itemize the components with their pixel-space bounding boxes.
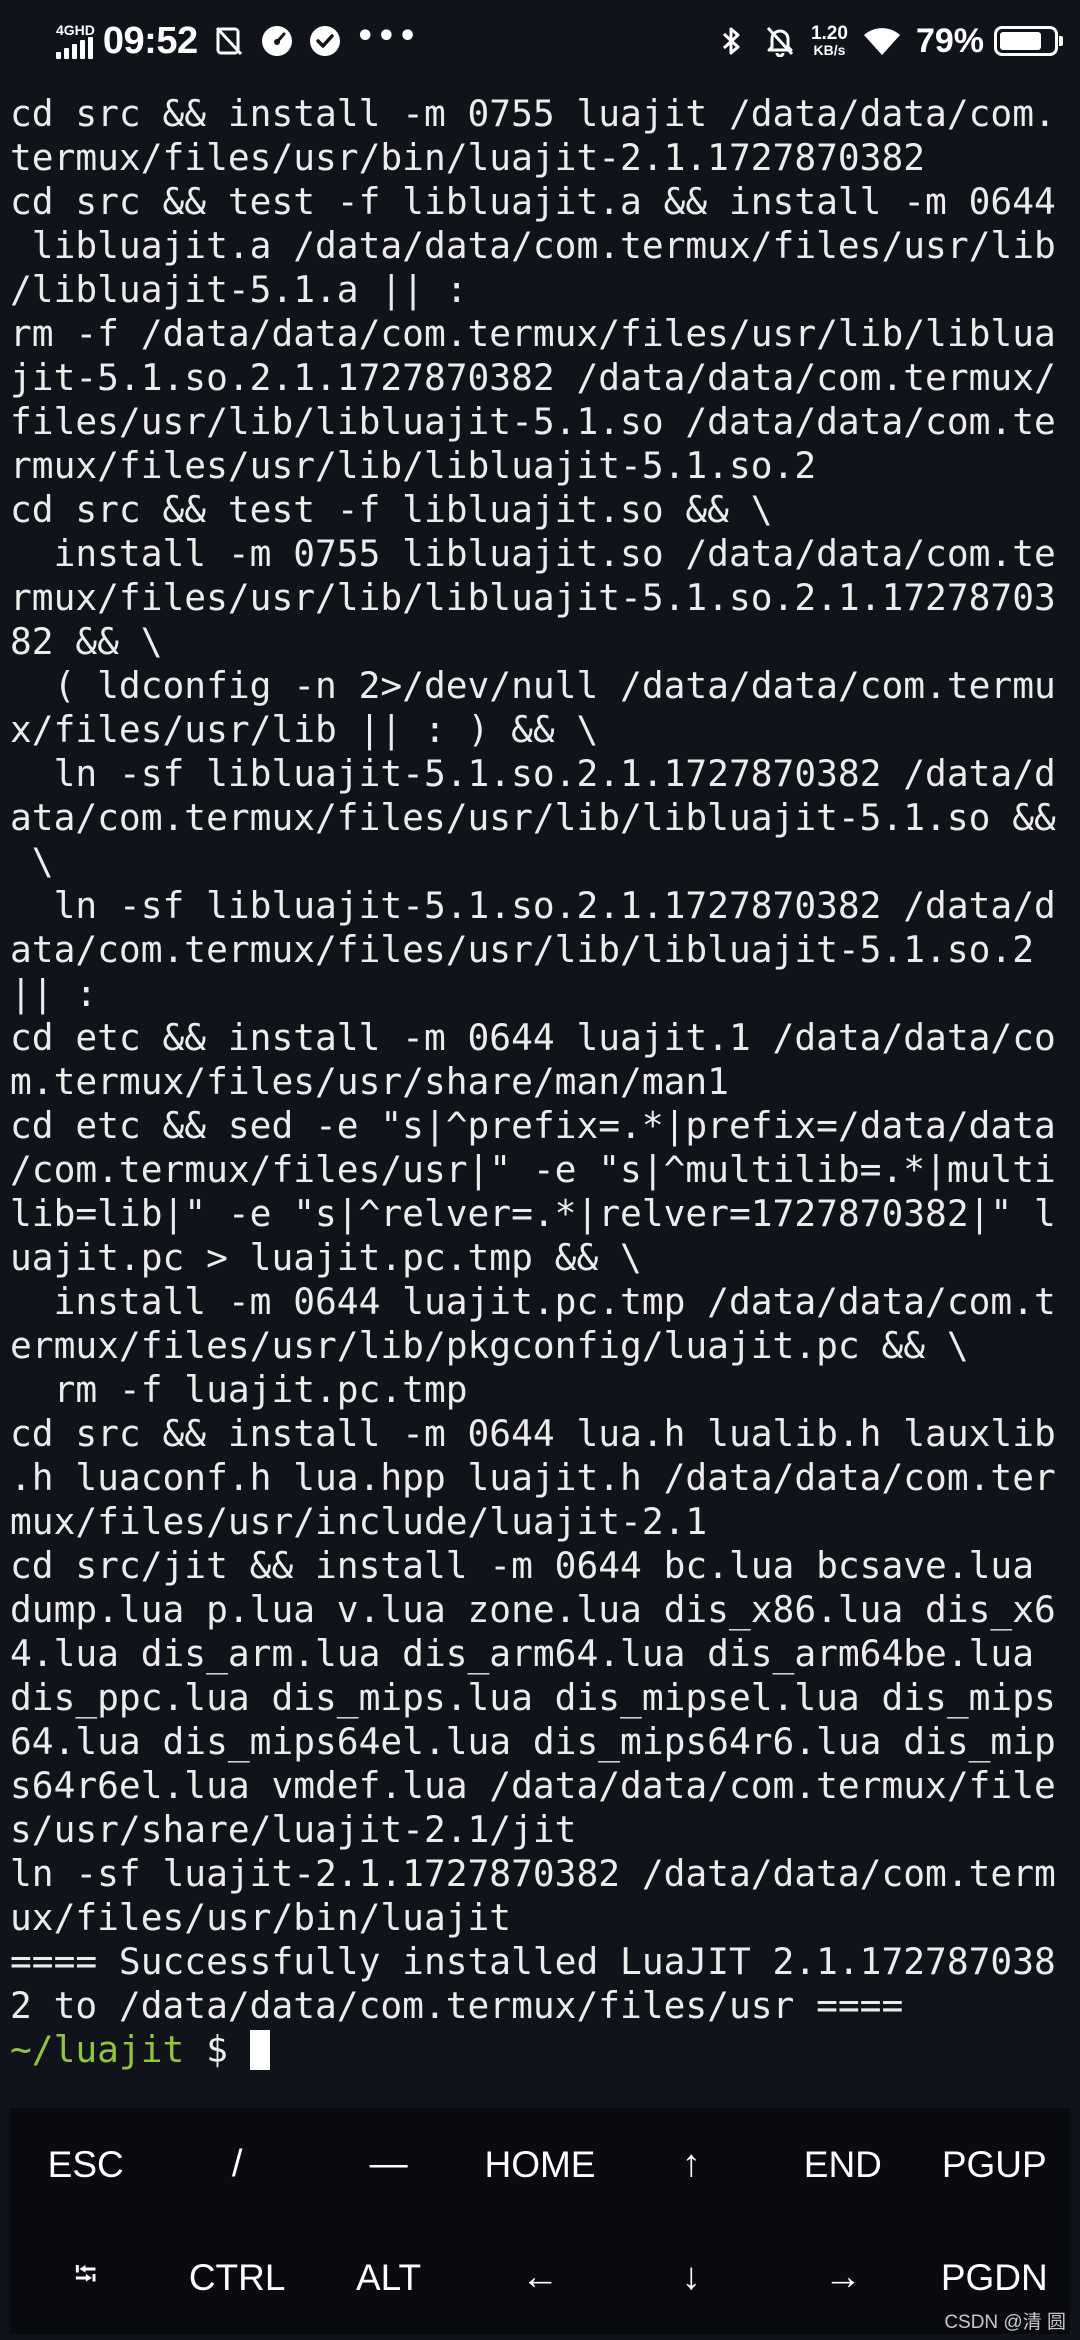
terminal-line: 2 to /data/data/com.termux/files/usr ===… [10, 1984, 904, 2027]
terminal-line: libluajit.a /data/data/com.termux/files/… [10, 224, 1056, 267]
network-type-label: 4GHD [56, 22, 95, 38]
terminal-line: 4.lua dis_arm.lua dis_arm64.lua dis_arm6… [10, 1632, 1034, 1675]
terminal-line: .h luaconf.h lua.hpp luajit.h /data/data… [10, 1456, 1056, 1499]
terminal-line: x/files/usr/lib || : ) && \ [10, 708, 599, 751]
terminal-line: s64r6el.lua vmdef.lua /data/data/com.ter… [10, 1764, 1056, 1807]
terminal-line: rmux/files/usr/lib/libluajit-5.1.so.2.1.… [10, 576, 1056, 619]
extra-keys-bar: ESC / — HOME ↑ END PGUP ⭾ CTRL ALT ← ↓ →… [0, 2098, 1080, 2340]
check-circle-icon [308, 24, 342, 58]
terminal-line: /libluajit-5.1.a || : [10, 268, 468, 311]
prompt-symbol: $ [206, 2028, 228, 2071]
terminal-line: cd src && test -f libluajit.a && install… [10, 180, 1056, 223]
key-tab[interactable]: ⭾ [10, 2221, 161, 2334]
watermark: CSDN @清 圆 [944, 2312, 1066, 2333]
terminal-line: rm -f luajit.pc.tmp [10, 1368, 468, 1411]
extra-keys-panel: ESC / — HOME ↑ END PGUP ⭾ CTRL ALT ← ↓ →… [10, 2108, 1070, 2334]
terminal-line: termux/files/usr/bin/luajit-2.1.17278703… [10, 136, 926, 179]
terminal-output: cd src && install -m 0755 luajit /data/d… [10, 92, 1080, 2028]
network-indicator: 4GHD [56, 23, 95, 59]
terminal-line: rm -f /data/data/com.termux/files/usr/li… [10, 312, 1056, 355]
status-bar-right: 1.20 KB/s 79% [715, 21, 1063, 61]
terminal-line: ln -sf libluajit-5.1.so.2.1.1727870382 /… [10, 752, 1056, 795]
terminal-line: 82 && \ [10, 620, 163, 663]
terminal-line: s/usr/share/luajit-2.1/jit [10, 1808, 577, 1851]
terminal-line: ata/com.termux/files/usr/lib/libluajit-5… [10, 928, 1034, 971]
terminal-line: uajit.pc > luajit.pc.tmp && \ [10, 1236, 642, 1279]
key-pgup[interactable]: PGUP [919, 2108, 1070, 2221]
key-arrow-left[interactable]: ← [464, 2221, 615, 2334]
more-notifications-icon: ••• [355, 18, 420, 54]
network-speed-value: 1.20 [810, 23, 848, 44]
status-time: 09:52 [102, 19, 198, 62]
terminal-line: lib=lib|" -e "s|^relver=.*|relver=172787… [10, 1192, 1056, 1235]
terminal-line: files/usr/lib/libluajit-5.1.so /data/dat… [10, 400, 1056, 443]
gauge-icon [260, 24, 294, 58]
terminal-line: ln -sf luajit-2.1.1727870382 /data/data/… [10, 1852, 1056, 1895]
terminal-line: ermux/files/usr/lib/pkgconfig/luajit.pc … [10, 1324, 969, 1367]
terminal-line: dis_ppc.lua dis_mips.lua dis_mipsel.lua … [10, 1676, 1056, 1719]
prompt-path: ~/luajit [10, 2028, 185, 2071]
terminal-line: || : [10, 972, 98, 1015]
key-ctrl[interactable]: CTRL [161, 2221, 312, 2334]
terminal-line: ux/files/usr/bin/luajit [10, 1896, 512, 1939]
terminal-line: ==== Successfully installed LuaJIT 2.1.1… [10, 1940, 1056, 1983]
terminal-line: ata/com.termux/files/usr/lib/libluajit-5… [10, 796, 1056, 839]
key-esc[interactable]: ESC [10, 2108, 161, 2221]
terminal-line: install -m 0755 libluajit.so /data/data/… [10, 532, 1056, 575]
terminal-prompt[interactable]: ~/luajit $ [10, 2028, 1080, 2072]
terminal-line: rmux/files/usr/lib/libluajit-5.1.so.2 [10, 444, 817, 487]
terminal-line: ( ldconfig -n 2>/dev/null /data/data/com… [10, 664, 1056, 707]
terminal-line: cd src && install -m 0644 lua.h lualib.h… [10, 1412, 1056, 1455]
terminal-line: /com.termux/files/usr|" -e "s|^multilib=… [10, 1148, 1056, 1191]
key-alt[interactable]: ALT [313, 2221, 464, 2334]
status-bar-left: 4GHD 09:52 ••• [56, 18, 420, 63]
key-home[interactable]: HOME [464, 2108, 615, 2221]
key-dash[interactable]: — [313, 2108, 464, 2221]
wifi-icon [862, 24, 902, 58]
terminal-line: cd etc && install -m 0644 luajit.1 /data… [10, 1016, 1056, 1059]
key-slash[interactable]: / [161, 2108, 312, 2221]
terminal-view[interactable]: cd src && install -m 0755 luajit /data/d… [0, 82, 1080, 2098]
terminal-cursor [249, 2030, 270, 2070]
terminal-line: install -m 0644 luajit.pc.tmp /data/data… [10, 1280, 1056, 1323]
bluetooth-icon [715, 24, 749, 58]
terminal-line: ln -sf libluajit-5.1.so.2.1.1727870382 /… [10, 884, 1056, 927]
battery-level-fill [1000, 32, 1042, 50]
battery-percent: 79% [915, 21, 984, 60]
terminal-line: cd src/jit && install -m 0644 bc.lua bcs… [10, 1544, 1034, 1587]
terminal-line: m.termux/files/usr/share/man/man1 [10, 1060, 729, 1103]
terminal-line: cd etc && sed -e "s|^prefix=.*|prefix=/d… [10, 1104, 1056, 1147]
key-arrow-right[interactable]: → [767, 2221, 918, 2334]
terminal-line: 64.lua dis_mips64el.lua dis_mips64r6.lua… [10, 1720, 1056, 1763]
key-end[interactable]: END [767, 2108, 918, 2221]
terminal-line: dump.lua p.lua v.lua zone.lua dis_x86.lu… [10, 1588, 1056, 1631]
key-arrow-up[interactable]: ↑ [616, 2108, 767, 2221]
sim-off-icon [212, 24, 246, 58]
terminal-line: mux/files/usr/include/luajit-2.1 [10, 1500, 708, 1543]
terminal-line: cd src && install -m 0755 luajit /data/d… [10, 92, 1056, 135]
bell-muted-icon [763, 24, 797, 58]
status-bar: 4GHD 09:52 ••• 1.20 KB/s 79% [0, 0, 1080, 82]
battery-icon [994, 26, 1063, 56]
terminal-line: \ [10, 840, 54, 883]
terminal-line: jit-5.1.so.2.1.1727870382 /data/data/com… [10, 356, 1056, 399]
signal-strength-icon [56, 37, 93, 59]
terminal-line: cd src && test -f libluajit.so && \ [10, 488, 773, 531]
network-speed-unit: KB/s [813, 42, 846, 58]
network-speed: 1.20 KB/s [811, 24, 848, 58]
key-arrow-down[interactable]: ↓ [616, 2221, 767, 2334]
